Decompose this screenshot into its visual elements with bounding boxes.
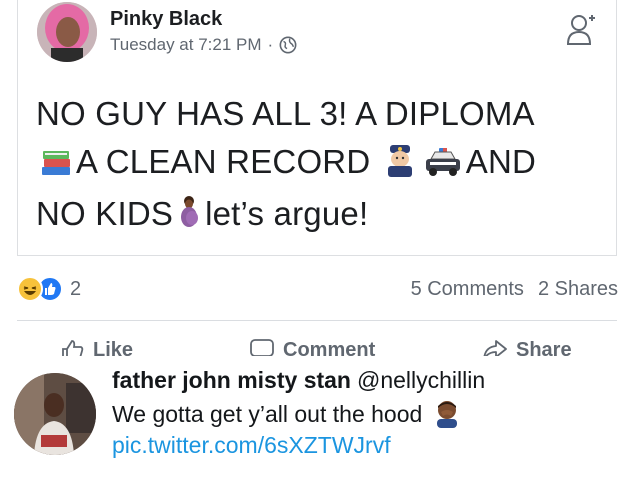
facebook-post-card: Pinky Black Tuesday at 7:21 PM · NO GUY … (17, 0, 617, 256)
like-label: Like (93, 338, 134, 357)
reactions-count: 2 (70, 277, 82, 300)
post-timestamp[interactable]: Tuesday at 7:21 PM (110, 35, 262, 55)
tweet-header: father john misty stan @nellychillin (112, 367, 485, 394)
author-avatar[interactable] (37, 2, 97, 62)
post-line-1: NO GUY HAS ALL 3! A DIPLOMA (36, 95, 535, 132)
post-meta: Tuesday at 7:21 PM · (110, 35, 297, 55)
share-label: Share (516, 338, 572, 357)
tweet-body: We gotta get y’all out the hood (112, 401, 423, 427)
pregnant-woman-icon (177, 194, 201, 242)
post-line-3-text: NO KIDS (36, 195, 174, 232)
post-line-3-end: let’s argue! (205, 195, 369, 232)
meta-separator: · (267, 35, 274, 54)
police-car-icon (424, 142, 462, 190)
comments-count-link[interactable]: 5 Comments (411, 278, 524, 300)
actions-divider (17, 320, 617, 321)
post-actions-bar: Like Comment Share (17, 328, 617, 356)
police-officer-icon (384, 142, 416, 190)
tweet-text: We gotta get y’all out the hood (112, 400, 465, 434)
tweet-handle[interactable]: @nellychillin (357, 367, 485, 393)
globe-icon (279, 36, 297, 54)
post-line-3: NO KIDS let’s argue! (36, 190, 606, 242)
tweet-media-link[interactable]: pic.twitter.com/6sXZTWJrvf (112, 432, 391, 459)
thumbs-up-icon (62, 340, 84, 356)
post-line-2-text: A CLEAN RECORD (76, 143, 371, 180)
comment-button[interactable]: Comment (249, 338, 375, 356)
author-name[interactable]: Pinky Black (110, 8, 222, 31)
comment-label: Comment (283, 338, 376, 357)
tweet-author-avatar[interactable] (14, 373, 96, 455)
like-button[interactable]: Like (61, 338, 133, 356)
reactions-summary[interactable]: 2 (17, 276, 81, 302)
tweet-display-name[interactable]: father john misty stan (112, 367, 351, 393)
man-facepalming-icon (433, 400, 461, 434)
haha-reaction-icon (17, 276, 43, 302)
share-button[interactable]: Share (482, 338, 572, 356)
books-icon (40, 142, 72, 190)
post-line-2-end: AND (465, 143, 537, 180)
post-text: NO GUY HAS ALL 3! A DIPLOMA A CLEAN RECO… (36, 90, 606, 242)
engagement-counts: 5 Comments 2 Shares (411, 278, 618, 301)
shares-count-link[interactable]: 2 Shares (538, 278, 618, 300)
share-arrow-icon (483, 340, 507, 356)
comment-bubble-icon (250, 339, 274, 356)
add-friend-icon[interactable] (566, 12, 596, 46)
post-line-2: A CLEAN RECORD AND (36, 138, 606, 190)
